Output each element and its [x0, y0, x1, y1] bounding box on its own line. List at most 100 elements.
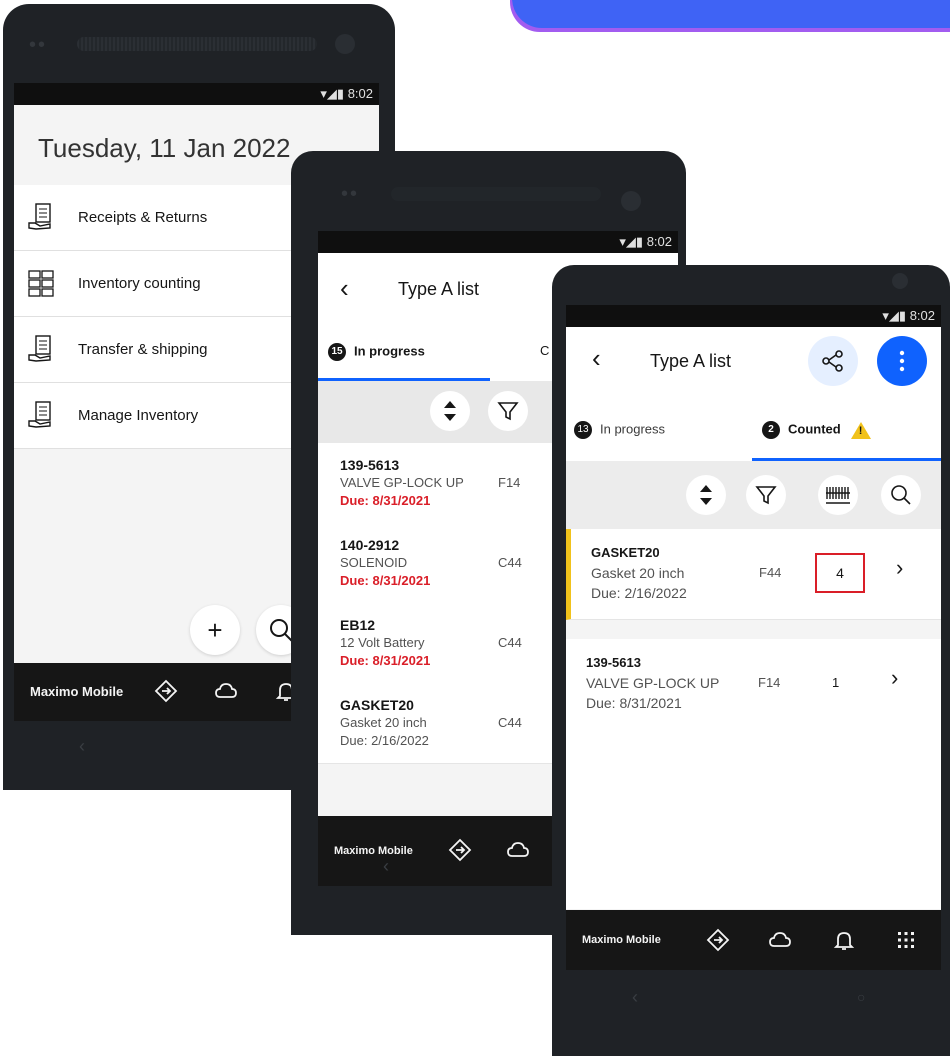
item-description: SOLENOID [340, 555, 408, 570]
chevron-right-icon[interactable]: › [896, 555, 903, 581]
filter-button[interactable] [746, 475, 786, 515]
tab-counted[interactable]: C [540, 343, 549, 358]
back-button[interactable]: ‹ [340, 273, 349, 304]
phone-list-counted: ▾◢▮ 8:02 ‹ Type A list 13 In progress 2 Co… [552, 265, 950, 1056]
menu-item-label: Transfer & shipping [78, 341, 208, 358]
page-title: Tuesday, 11 Jan 2022 [38, 133, 291, 163]
page-title: Type A list [650, 351, 732, 371]
chevron-right-icon[interactable]: › [891, 665, 898, 691]
cloud-icon[interactable] [768, 928, 792, 952]
list-item[interactable]: 139-5613 VALVE GP-LOCK UP Due: 8/31/2021… [566, 639, 941, 730]
list-empty-area [566, 729, 941, 909]
status-time: 8:02 [347, 86, 373, 101]
receipt-hand-icon [28, 203, 51, 230]
brand-label: Maximo Mobile [30, 684, 124, 699]
app-header: ‹ Type A list [566, 327, 941, 397]
item-due-date: Due: 8/31/2021 [586, 695, 682, 711]
share-button[interactable] [808, 336, 858, 386]
item-code: GASKET20 [340, 697, 414, 713]
front-camera [621, 191, 641, 211]
wifi-signal-battery-icon: ▾◢▮ [619, 234, 647, 249]
item-bin: F44 [759, 565, 782, 580]
item-description: VALVE GP-LOCK UP [586, 675, 720, 691]
navigation-icon[interactable] [154, 679, 178, 703]
system-back-icon[interactable]: ‹ [383, 856, 389, 877]
tab-bar: 13 In progress 2 Counted [566, 397, 941, 461]
item-code: GASKET20 [591, 545, 660, 560]
menu-item-label: Manage Inventory [78, 407, 199, 424]
system-back-icon[interactable]: ‹ [632, 987, 638, 1008]
item-code: 140-2912 [340, 537, 400, 553]
sort-button[interactable] [430, 391, 470, 431]
barcode-icon [826, 487, 850, 504]
item-due-date: Due: 8/31/2021 [340, 653, 431, 668]
barcode-scan-button[interactable] [818, 475, 858, 515]
status-bar: ▾◢▮ 8:02 [14, 83, 379, 105]
item-bin: C44 [498, 555, 522, 570]
item-bin: C44 [498, 635, 522, 650]
tab-label: Counted [788, 421, 841, 437]
item-code: 139-5613 [340, 457, 400, 473]
sensor-dots: •• [29, 34, 48, 56]
navigation-icon[interactable] [706, 928, 730, 952]
sort-icon [700, 485, 712, 505]
sort-button[interactable] [686, 475, 726, 515]
add-button[interactable]: + [190, 605, 240, 655]
item-code: 139-5613 [586, 655, 641, 670]
search-icon [891, 485, 911, 505]
item-due-date: Due: 8/31/2021 [340, 573, 431, 588]
apps-grid-icon[interactable] [894, 928, 918, 952]
item-due-date: Due: 2/16/2022 [340, 733, 429, 748]
count-field[interactable]: 4 [815, 553, 865, 593]
sensor-dots: •• [341, 183, 360, 205]
item-due-date: Due: 8/31/2021 [340, 493, 431, 508]
tab-counted[interactable]: 2 Counted [762, 421, 871, 439]
tab-label: In progress [354, 343, 425, 359]
menu-item-label: Inventory counting [78, 275, 201, 292]
back-button[interactable]: ‹ [592, 343, 601, 374]
item-description: 12 Volt Battery [340, 635, 425, 650]
system-back-icon[interactable]: ‹ [79, 736, 85, 757]
front-camera [892, 273, 908, 289]
search-button[interactable] [881, 475, 921, 515]
item-due-date: Due: 2/16/2022 [591, 585, 687, 601]
counted-list-screen: ▾◢▮ 8:02 ‹ Type A list 13 In progress 2 Co… [566, 305, 941, 970]
bell-icon[interactable] [832, 928, 856, 952]
tab-in-progress[interactable]: 15 In progress [328, 343, 425, 361]
overflow-menu-button[interactable] [877, 336, 927, 386]
bottom-nav: Maximo Mobile [566, 910, 941, 970]
filter-icon [755, 486, 777, 505]
count-badge: 15 [328, 343, 346, 361]
brand-label: Maximo Mobile [334, 845, 413, 857]
count-badge: 2 [762, 421, 780, 439]
brand-label: Maximo Mobile [582, 934, 661, 946]
item-bin: C44 [498, 715, 522, 730]
cloud-icon[interactable] [506, 838, 530, 862]
tab-label: In progress [600, 421, 666, 437]
front-camera [335, 34, 355, 54]
item-description: Gasket 20 inch [591, 565, 685, 581]
navigation-icon[interactable] [448, 838, 472, 862]
menu-item-label: Receipts & Returns [78, 209, 208, 226]
page-title: Type A list [398, 279, 480, 299]
inventory-grid-icon [28, 270, 54, 297]
count-value: 1 [832, 675, 840, 690]
list-toolbar [566, 461, 941, 529]
wifi-signal-battery-icon: ▾◢▮ [320, 86, 348, 101]
cloud-icon[interactable] [214, 679, 238, 703]
status-bar: ▾◢▮ 8:02 [318, 231, 678, 253]
filter-button[interactable] [488, 391, 528, 431]
item-bin: F14 [758, 675, 781, 690]
item-bin: F14 [498, 475, 521, 490]
manage-hand-icon [28, 401, 51, 428]
warning-icon [850, 421, 871, 439]
sort-icon [444, 401, 456, 421]
item-description: Gasket 20 inch [340, 715, 427, 730]
wifi-signal-battery-icon: ▾◢▮ [882, 308, 910, 323]
filter-icon [497, 402, 519, 421]
tab-in-progress[interactable]: 13 In progress [574, 421, 665, 439]
system-home-icon[interactable]: ○ [857, 989, 865, 1005]
list-item[interactable]: GASKET20 Gasket 20 inch Due: 2/16/2022 F… [566, 529, 941, 620]
transfer-hand-icon [28, 335, 51, 362]
speaker-grille [77, 37, 317, 51]
